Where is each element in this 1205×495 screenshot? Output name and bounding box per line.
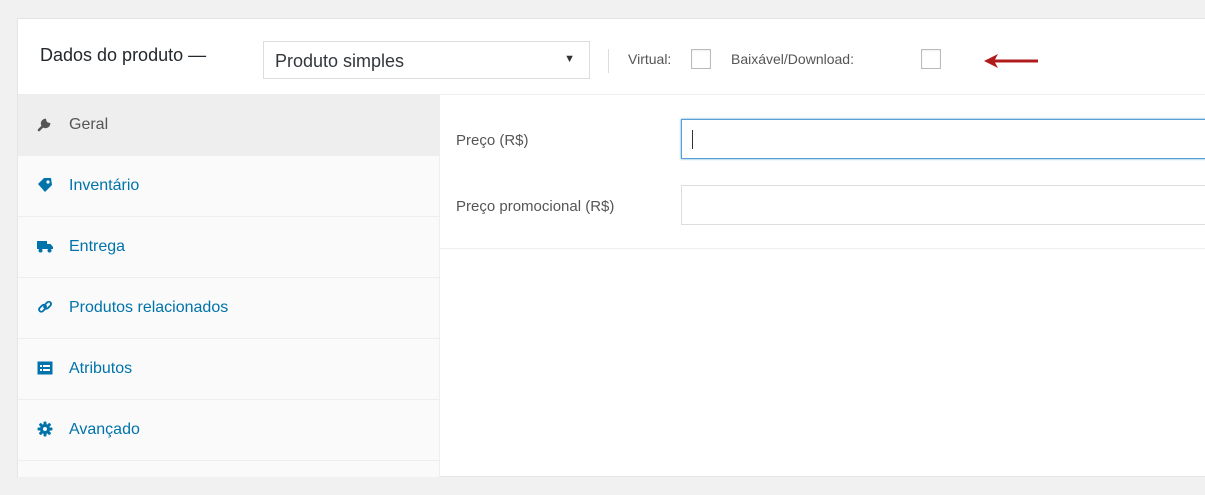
wrench-icon: [37, 118, 51, 132]
tag-icon: [38, 178, 52, 192]
truck-icon: [37, 241, 53, 253]
tab-label: Entrega: [69, 238, 126, 255]
link-icon: [38, 300, 52, 313]
tab-inventario[interactable]: Inventário: [18, 156, 439, 217]
product-data-tabs: Geral Inventário Entrega Produtos relaci…: [18, 95, 440, 477]
tab-label: Avançado: [69, 421, 140, 438]
tab-produtos-relacionados[interactable]: Produtos relacionados: [18, 278, 439, 339]
tab-avancado[interactable]: Avançado: [18, 400, 439, 461]
tab-label: Inventário: [69, 177, 140, 194]
list-icon: [37, 361, 53, 375]
text-caret: [692, 130, 693, 149]
tab-label: Atributos: [69, 360, 133, 377]
tab-label: Geral: [69, 116, 109, 133]
product-data-panel: Dados do produto — Produto simples ▼ Vir…: [17, 18, 1205, 477]
panel-title: Dados do produto —: [40, 45, 207, 65]
virtual-label: Virtual:: [628, 51, 672, 67]
download-checkbox[interactable]: [921, 49, 941, 69]
sale-price-input[interactable]: [681, 185, 1205, 225]
gear-icon: [37, 421, 53, 437]
tab-geral[interactable]: Geral: [18, 95, 439, 156]
arrow-left-icon: [984, 54, 1038, 68]
product-type-value: Produto simples: [275, 51, 405, 71]
tab-label: Produtos relacionados: [69, 299, 229, 316]
header-divider: [608, 49, 609, 73]
tab-atributos[interactable]: Atributos: [18, 339, 439, 400]
general-fields: Preço (R$) Preço promocional (R$): [440, 95, 1205, 249]
product-data-header: Dados do produto — Produto simples ▼ Vir…: [18, 19, 1205, 95]
product-type-select[interactable]: Produto simples ▼: [263, 41, 590, 79]
download-label: Baixável/Download:: [731, 51, 854, 67]
price-label: Preço (R$): [456, 132, 529, 149]
sale-price-label: Preço promocional (R$): [456, 198, 615, 215]
chevron-down-icon: ▼: [564, 53, 575, 65]
virtual-checkbox[interactable]: [691, 49, 711, 69]
tab-entrega[interactable]: Entrega: [18, 217, 439, 278]
price-input[interactable]: [681, 119, 1205, 159]
